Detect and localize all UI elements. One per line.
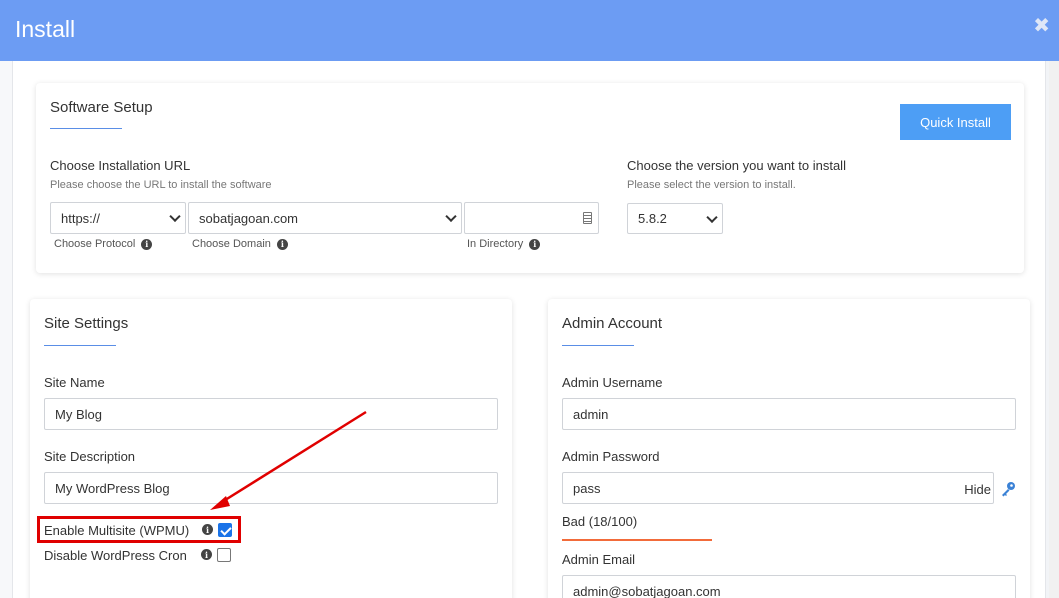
annotation-arrow [210, 410, 367, 510]
scrollbar[interactable] [1049, 61, 1059, 598]
